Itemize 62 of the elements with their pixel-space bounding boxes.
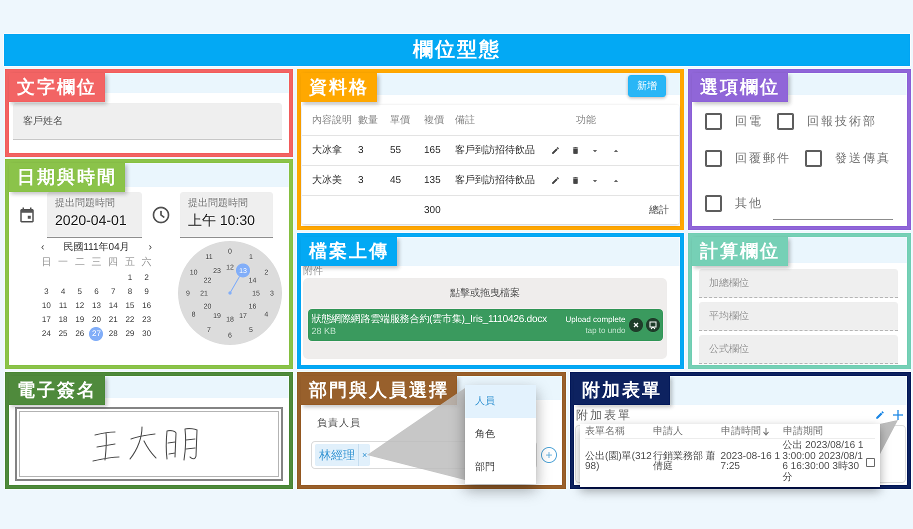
column-header: 表單名稱 [585,427,625,437]
field-label: 負責人員 [317,417,362,431]
table-cell-text: 大冰美 [312,174,343,188]
weekday-label: 四 [107,258,120,268]
section-title: 日期與時間 [9,163,125,192]
weekday-label: 五 [124,258,136,268]
checkbox-label: 回電 [735,113,763,130]
table-cell-text: 3 [358,144,365,158]
section-title: 檔案上傳 [301,237,397,266]
weekday-label: 三 [90,258,102,268]
column-header: 申請人 [653,427,683,437]
table-cell-text: 2023-08-16 17:25 [720,452,782,472]
total-value: 300 [424,204,441,218]
subform-heading: 附加表單 [576,407,632,424]
checkbox-label: 回報技術部 [807,113,877,130]
column-header: 功能 [575,114,597,128]
table-cell-text: 客戶到訪招待飲品 [455,144,536,158]
section-title: 選項欄位 [692,73,788,102]
column-header: 單價 [390,114,411,128]
table-cell: 公出 2023/08/16 13:00:00 2023/08/16 16:30:00 3時30分 [782,441,864,483]
field-value: 上午 10:30 [188,211,255,230]
file-size: 28 KB [312,326,338,336]
month-title: 民國111年04月 [63,243,130,253]
section-title: 附加表單 [574,376,670,405]
table-cell-text: 客戶到訪招待飲品 [455,174,536,188]
section-title: 部門與人員選擇 [301,376,457,405]
table-cell-text: 55 [390,144,402,158]
section-title: 計算欄位 [692,237,788,266]
checkbox-label: 其他 [735,195,763,212]
column-header: 申請時間 [721,427,761,437]
page-title: 欄位型態 [4,34,910,66]
weekday-label: 一 [57,258,70,268]
weekday-label: 日 [40,258,52,268]
field-label: 附件 [303,266,324,278]
weekday-label: 六 [140,258,153,268]
drop-hint: 點擊或拖曳檔案 [450,288,520,300]
table-cell-text: 行銷業務部 蕭倩庭 [652,452,717,472]
table-cell-text: 135 [424,174,442,188]
field-label: 提出問題時間 [188,197,249,210]
table-cell-text: 45 [390,174,402,188]
checkbox-label: 回覆郵件 [735,150,791,167]
file-name: 狀態網際網路雲端服務合約(雲市集)_Iris_1110426.docx [312,314,548,326]
chip-label: 林經理 [319,447,356,464]
weekday-label: 二 [74,258,86,268]
table-cell-text: 大冰拿 [312,144,343,158]
column-header: 備註 [455,114,476,128]
column-header: 數量 [358,114,379,128]
table-cell-text: 165 [424,144,442,158]
section-title: 資料格 [301,73,377,102]
checkbox-label: 發送傳真 [835,150,891,167]
section-title: 電子簽名 [9,376,105,405]
section-title: 文字欄位 [9,73,105,102]
total-label: 總計 [649,204,669,218]
field-value: 2020-04-01 [55,211,127,230]
column-header: 複價 [424,114,445,128]
undo-hint: tap to undo [585,325,626,336]
table-cell-text: 3 [358,174,365,188]
table-cell: 公出(園)單(31298) [585,452,653,472]
upload-status: Upload complete [565,314,626,325]
column-header: 申請期間 [783,427,823,437]
column-header: 內容說明 [312,114,353,128]
field-label: 提出問題時間 [55,197,116,210]
